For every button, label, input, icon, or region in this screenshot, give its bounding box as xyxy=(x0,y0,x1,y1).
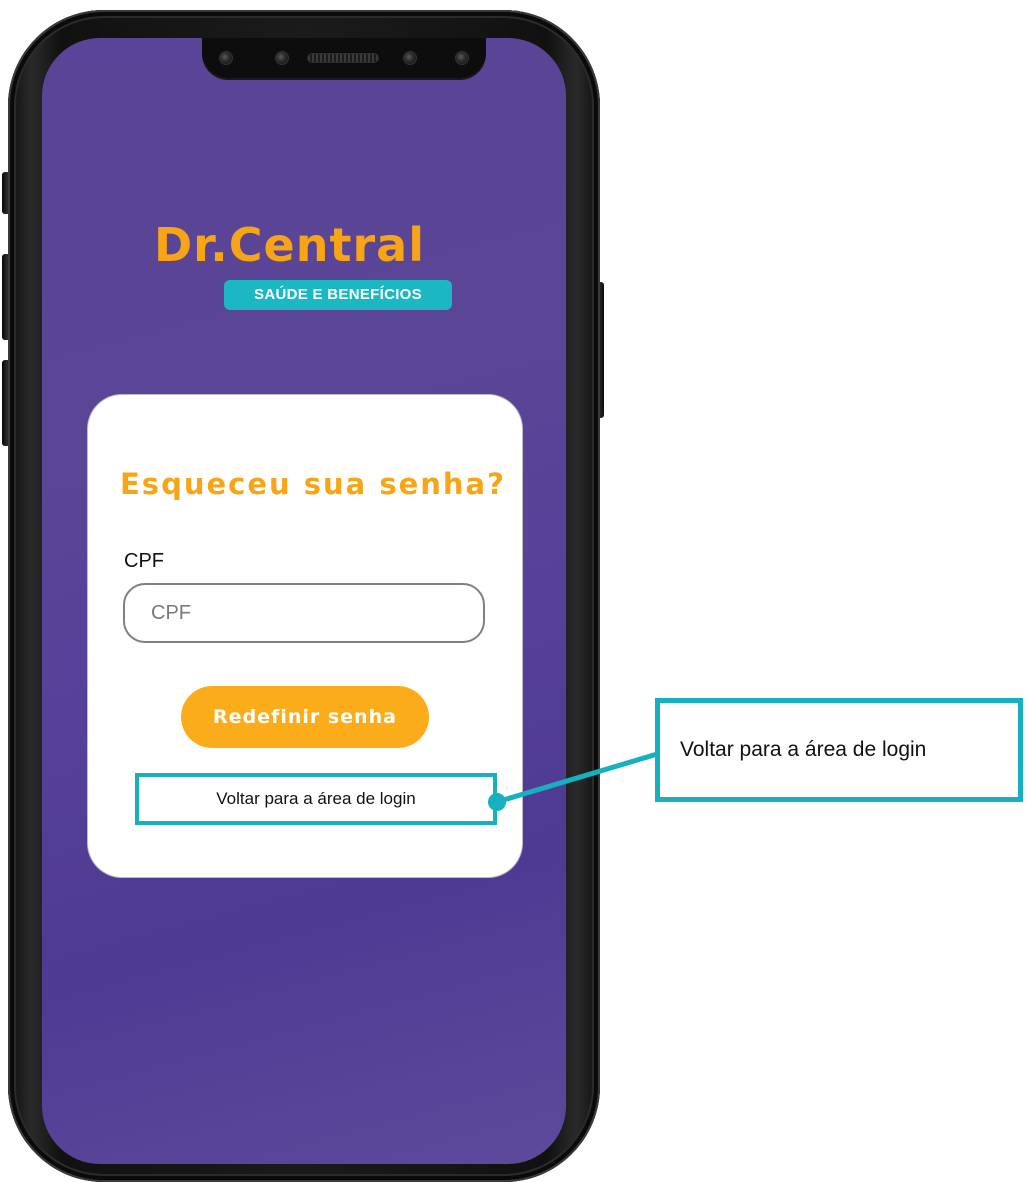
cpf-label: CPF xyxy=(124,550,164,572)
sensor-icon xyxy=(276,52,288,64)
front-camera-icon xyxy=(220,52,232,64)
flood-illuminator-icon xyxy=(456,52,468,64)
page-title: Esqueceu sua senha? xyxy=(120,467,506,501)
password-reset-card: Esqueceu sua senha? CPF Redefinir senha … xyxy=(88,395,522,877)
phone-notch xyxy=(202,38,486,78)
mockup-stage: Dr.Central SAÚDE E BENEFÍCIOS Esqueceu s… xyxy=(0,0,1027,1182)
proximity-sensor-icon xyxy=(404,52,416,64)
annotation-callout: Voltar para a área de login xyxy=(655,698,1023,802)
earpiece-speaker-icon xyxy=(308,54,378,62)
annotation-text: Voltar para a área de login xyxy=(680,738,927,761)
cpf-input[interactable] xyxy=(123,583,485,643)
reset-password-button[interactable]: Redefinir senha xyxy=(181,686,429,748)
logo-wordmark: Dr.Central xyxy=(154,218,425,272)
logo-tagline-badge: SAÚDE E BENEFÍCIOS xyxy=(224,280,452,310)
back-to-login-link[interactable]: Voltar para a área de login xyxy=(135,773,497,825)
